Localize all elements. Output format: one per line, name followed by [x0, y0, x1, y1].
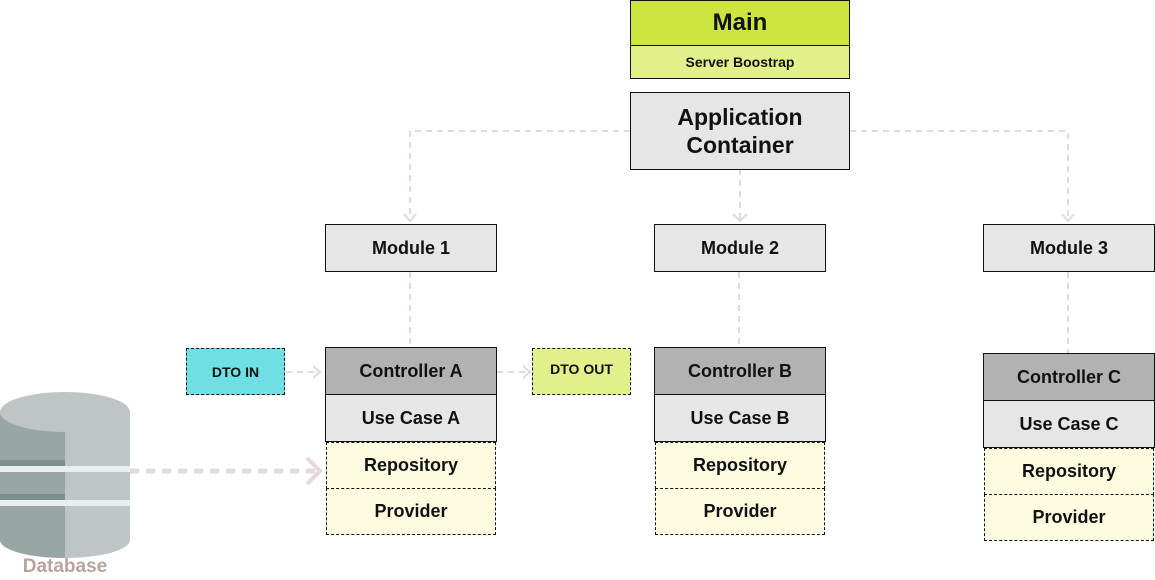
arrow-head-dto-in — [312, 365, 322, 379]
module-1-label: Module 1 — [371, 237, 450, 258]
repository-c-box[interactable]: Repository — [984, 448, 1154, 495]
dto-in-label: DTO IN — [211, 363, 260, 380]
controller-c-label: Controller C — [1016, 366, 1121, 387]
main-box[interactable]: Main — [630, 0, 850, 46]
controller-a-label: Controller A — [359, 360, 463, 381]
database-icon — [0, 392, 130, 558]
dto-in-box[interactable]: DTO IN — [186, 348, 285, 395]
provider-b-label: Provider — [703, 501, 777, 521]
use-case-c-label: Use Case C — [1019, 413, 1119, 434]
controller-c-box[interactable]: Controller C — [983, 353, 1155, 401]
provider-c-box[interactable]: Provider — [984, 494, 1154, 541]
controller-b-label: Controller B — [687, 360, 792, 381]
arrow-head-module1 — [403, 213, 417, 223]
repository-b-box[interactable]: Repository — [655, 442, 825, 489]
server-bootstrap-label: Server Boostrap — [685, 54, 795, 70]
use-case-c-box[interactable]: Use Case C — [983, 400, 1155, 448]
provider-b-box[interactable]: Provider — [655, 488, 825, 535]
dto-out-label: DTO OUT — [550, 361, 613, 377]
connector-container-module1 — [409, 130, 630, 220]
repository-b-label: Repository — [692, 455, 788, 475]
provider-c-label: Provider — [1032, 507, 1106, 527]
module-3-label: Module 3 — [1029, 237, 1108, 258]
repository-c-label: Repository — [1021, 461, 1117, 481]
provider-a-label: Provider — [374, 501, 448, 521]
container-line2: Container — [686, 132, 794, 158]
module-1-box[interactable]: Module 1 — [325, 224, 497, 272]
main-title: Main — [712, 9, 768, 36]
repository-a-label: Repository — [363, 455, 459, 475]
dto-out-box[interactable]: DTO OUT — [532, 348, 631, 395]
use-case-a-box[interactable]: Use Case A — [325, 394, 497, 442]
server-bootstrap-box[interactable]: Server Boostrap — [630, 45, 850, 79]
module-3-box[interactable]: Module 3 — [983, 224, 1155, 272]
repository-a-box[interactable]: Repository — [326, 442, 496, 489]
use-case-b-label: Use Case B — [690, 407, 790, 428]
use-case-b-box[interactable]: Use Case B — [654, 394, 826, 442]
provider-a-box[interactable]: Provider — [326, 488, 496, 535]
controller-a-box[interactable]: Controller A — [325, 347, 497, 395]
application-container-box[interactable]: Application Container — [630, 92, 850, 170]
use-case-a-label: Use Case A — [361, 407, 461, 428]
database-label: Database — [22, 556, 108, 577]
module-2-label: Module 2 — [700, 237, 779, 258]
controller-b-box[interactable]: Controller B — [654, 347, 826, 395]
connectors — [0, 130, 1075, 558]
connector-container-module3 — [850, 130, 1069, 220]
module-2-box[interactable]: Module 2 — [654, 224, 826, 272]
container-line1: Application — [677, 104, 803, 130]
